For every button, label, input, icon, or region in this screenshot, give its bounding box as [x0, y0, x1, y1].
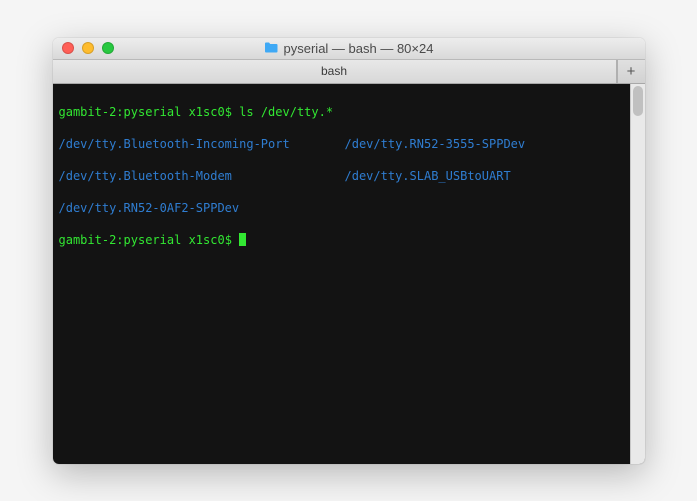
plus-icon: +	[627, 63, 636, 80]
output-row: /dev/tty.Bluetooth-Incoming-Port/dev/tty…	[59, 136, 624, 152]
zoom-button[interactable]	[102, 42, 114, 54]
terminal-content[interactable]: gambit-2:pyserial x1sc0$ ls /dev/tty.* /…	[53, 84, 630, 464]
prompt-dollar: $	[225, 105, 232, 119]
new-tab-button[interactable]: +	[617, 60, 645, 83]
cursor-block	[239, 233, 246, 246]
list-item: /dev/tty.RN52-0AF2-SPPDev	[59, 201, 240, 215]
output-row: /dev/tty.RN52-0AF2-SPPDev	[59, 200, 624, 216]
prompt-sep2	[181, 105, 188, 119]
prompt-sep: :	[116, 105, 123, 119]
prompt-host: gambit-2	[59, 233, 117, 247]
tab-label: bash	[321, 64, 347, 78]
command-text: ls /dev/tty.*	[239, 105, 333, 119]
tab-bar: bash +	[53, 60, 645, 84]
output-row: /dev/tty.Bluetooth-Modem/dev/tty.SLAB_US…	[59, 168, 624, 184]
window-titlebar: pyserial — bash — 80×24	[53, 38, 645, 60]
prompt-host: gambit-2	[59, 105, 117, 119]
list-item: /dev/tty.Bluetooth-Modem	[59, 169, 232, 183]
list-item: /dev/tty.RN52-3555-SPPDev	[345, 136, 526, 152]
window-title: pyserial — bash — 80×24	[53, 41, 645, 56]
prompt-path: pyserial	[124, 105, 182, 119]
scrollbar-thumb[interactable]	[633, 86, 643, 116]
minimize-button[interactable]	[82, 42, 94, 54]
terminal-window: pyserial — bash — 80×24 bash + gambit-2:…	[53, 38, 645, 464]
tab-bash[interactable]: bash	[53, 60, 617, 83]
close-button[interactable]	[62, 42, 74, 54]
vertical-scrollbar[interactable]	[630, 84, 645, 464]
terminal-area: gambit-2:pyserial x1sc0$ ls /dev/tty.* /…	[53, 84, 645, 464]
window-title-text: pyserial — bash — 80×24	[284, 41, 434, 56]
prompt-line-2: gambit-2:pyserial x1sc0$	[59, 232, 624, 248]
folder-icon	[264, 41, 278, 56]
prompt-line-1: gambit-2:pyserial x1sc0$ ls /dev/tty.*	[59, 104, 624, 120]
prompt-user: x1sc0	[189, 233, 225, 247]
prompt-sep: :	[116, 233, 123, 247]
prompt-dollar: $	[225, 233, 232, 247]
prompt-path: pyserial	[124, 233, 182, 247]
list-item: /dev/tty.Bluetooth-Incoming-Port	[59, 137, 290, 151]
traffic-lights	[53, 42, 114, 54]
list-item: /dev/tty.SLAB_USBtoUART	[345, 168, 511, 184]
prompt-user: x1sc0	[189, 105, 225, 119]
prompt-sep2	[181, 233, 188, 247]
